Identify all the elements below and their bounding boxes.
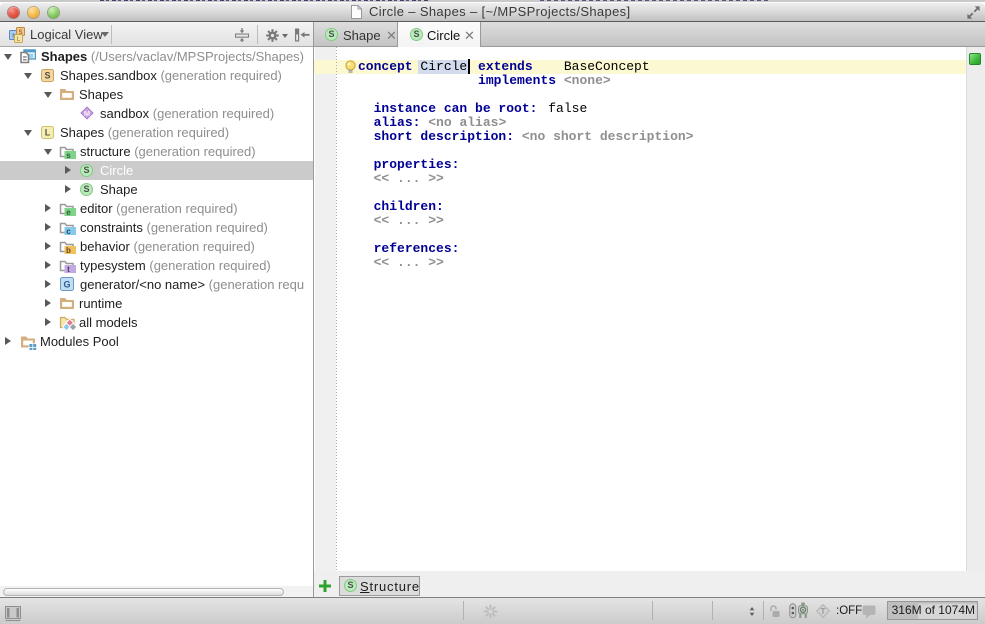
svg-text:e: e	[66, 208, 71, 217]
svg-text:T: T	[821, 607, 826, 616]
svg-text:M: M	[84, 109, 90, 118]
svg-text:t: t	[67, 265, 70, 274]
svg-text:G: G	[63, 280, 70, 290]
svg-text:L: L	[45, 128, 51, 138]
svg-text:b: b	[66, 246, 71, 255]
svg-text:S: S	[44, 71, 50, 81]
svg-text:s: s	[66, 151, 71, 160]
svg-text:c: c	[66, 227, 71, 236]
